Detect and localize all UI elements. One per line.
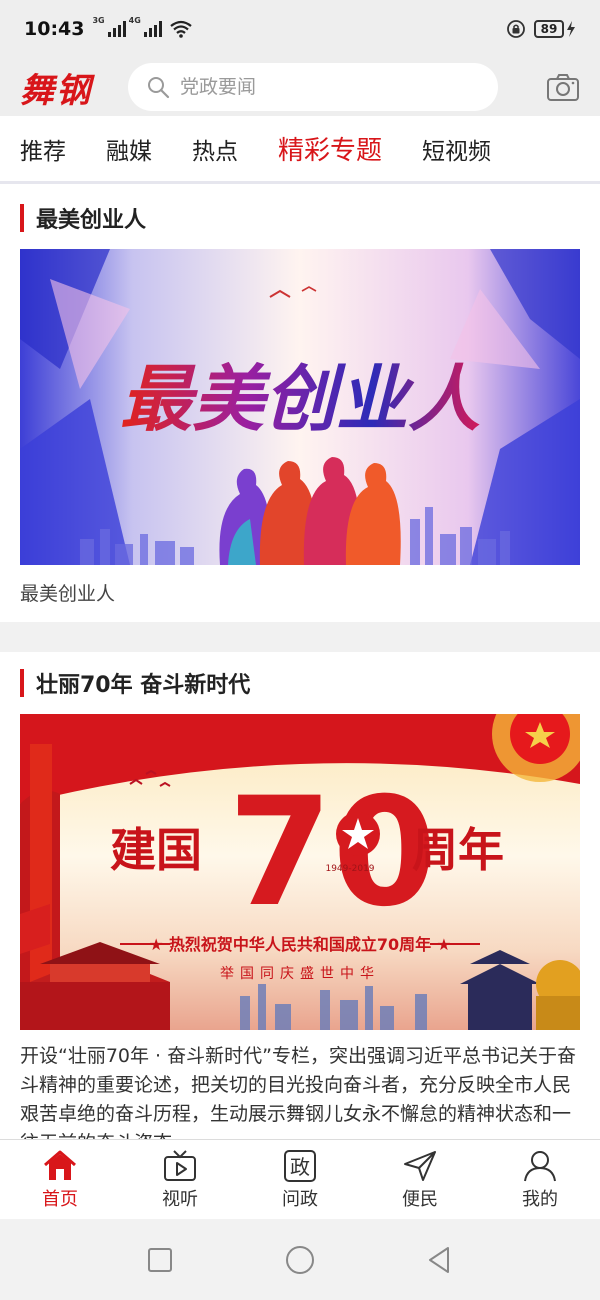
system-navigation-bar — [0, 1219, 600, 1300]
banner-subtitle: 举国同庆盛世中华 — [220, 966, 380, 982]
tab-special-topics[interactable]: 精彩专题 — [278, 130, 382, 167]
banner-slogan: ★ 热烈祝贺中华人民共和国成立70周年 ★ — [149, 935, 451, 954]
banner-years: 1949-2019 — [325, 864, 374, 874]
content-feed[interactable]: 最美创业人 最美创业人 最美创业人 壮丽70年 奋斗新时代 建国 70 1949… — [0, 187, 600, 1139]
banner-right-text: 周年 — [412, 823, 504, 877]
banner-title-text: 最美创业人 — [120, 356, 480, 441]
topic-banner-image[interactable]: 最美创业人 — [20, 249, 580, 565]
rotation-lock-icon — [507, 20, 525, 38]
nav-video[interactable]: 视听 — [120, 1140, 240, 1219]
back-icon[interactable] — [424, 1244, 456, 1276]
app-header: 舞钢 — [0, 58, 600, 116]
banner-number: 70 — [228, 766, 437, 940]
status-time: 10:43 — [24, 18, 85, 40]
section-accent-bar — [20, 204, 24, 232]
topic-caption[interactable]: 最美创业人 — [20, 565, 580, 622]
tab-media[interactable]: 融媒 — [106, 132, 152, 166]
tab-hot[interactable]: 热点 — [192, 132, 238, 166]
nav-home[interactable]: 首页 — [0, 1140, 120, 1219]
section-title: 最美创业人 — [36, 208, 147, 233]
home-icon — [44, 1150, 76, 1180]
wifi-icon — [170, 20, 192, 38]
home-button-icon[interactable] — [284, 1244, 316, 1276]
tv-icon — [164, 1149, 196, 1181]
banner-left-text: 建国 — [110, 823, 202, 877]
network-indicators: 3G 4G — [92, 16, 192, 38]
signal-icon — [143, 21, 162, 37]
recent-apps-icon[interactable] — [144, 1244, 176, 1276]
signal-icon — [107, 21, 126, 37]
send-icon — [404, 1150, 436, 1181]
app-logo[interactable]: 舞钢 — [20, 63, 116, 112]
section-divider — [0, 622, 600, 652]
zheng-icon-char: 政 — [290, 1155, 310, 1179]
topic-description[interactable]: 开设“壮丽70年 · 奋斗新时代”专栏，突出强调习近平总书记关于奋斗精神的重要论… — [20, 1030, 580, 1139]
bottom-navigation: 首页 视听 政 问政 便民 我的 — [0, 1139, 600, 1219]
nav-label-home: 首页 — [42, 1188, 78, 1210]
banner-artwork: 建国 70 1949-2019 周年 ★ 热烈祝贺中华人民共和国成立70周年 ★… — [20, 714, 580, 1030]
nav-label-profile: 我的 — [522, 1188, 558, 1210]
topic-card[interactable]: 壮丽70年 奋斗新时代 建国 70 1949-2019 周年 ★ 热烈祝贺中华人… — [0, 652, 600, 1139]
nav-politics[interactable]: 政 问政 — [240, 1140, 360, 1219]
topic-banner-image[interactable]: 建国 70 1949-2019 周年 ★ 热烈祝贺中华人民共和国成立70周年 ★… — [20, 714, 580, 1030]
status-bar: 10:43 3G 4G 89 — [0, 0, 600, 58]
search-input[interactable] — [180, 76, 460, 98]
section-title: 壮丽70年 奋斗新时代 — [36, 673, 251, 698]
nav-services[interactable]: 便民 — [360, 1140, 480, 1219]
category-tabs: 推荐 融媒 热点 精彩专题 短视频 — [0, 116, 600, 184]
battery-level: 89 — [534, 20, 564, 38]
search-bar[interactable] — [128, 63, 498, 111]
camera-icon[interactable] — [546, 72, 580, 102]
nav-label-services: 便民 — [402, 1188, 438, 1210]
zheng-icon: 政 — [284, 1149, 316, 1182]
section-header: 最美创业人 — [20, 187, 580, 249]
topic-card[interactable]: 最美创业人 最美创业人 最美创业人 — [0, 187, 600, 622]
section-header: 壮丽70年 奋斗新时代 — [20, 652, 580, 714]
user-icon — [524, 1150, 556, 1181]
section-accent-bar — [20, 669, 24, 697]
charging-icon — [567, 21, 575, 37]
tab-recommend[interactable]: 推荐 — [20, 132, 66, 166]
nav-profile[interactable]: 我的 — [480, 1140, 600, 1219]
search-icon — [148, 77, 170, 99]
nav-label-video: 视听 — [162, 1188, 198, 1210]
tab-short-video[interactable]: 短视频 — [422, 132, 491, 166]
sim2-label: 4G — [128, 16, 141, 25]
nav-label-politics: 问政 — [282, 1188, 318, 1210]
sim1-label: 3G — [92, 16, 105, 25]
status-right: 89 — [506, 19, 576, 39]
banner-artwork: 最美创业人 — [20, 249, 580, 565]
battery-indicator: 89 — [534, 20, 576, 38]
